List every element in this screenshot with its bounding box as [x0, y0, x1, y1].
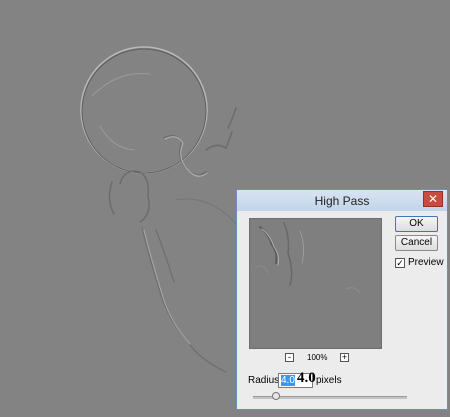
zoom-out-icon[interactable]: -	[285, 353, 294, 362]
high-pass-dialog: High Pass ✕ OK Cancel ✓ Preview - 100% +…	[236, 189, 448, 410]
arm-outline	[141, 227, 227, 373]
filter-preview-image[interactable]	[249, 218, 382, 349]
zoom-in-icon[interactable]: +	[340, 353, 349, 362]
preview-artwork	[255, 222, 361, 294]
dialog-title-bar[interactable]: High Pass ✕	[237, 190, 447, 211]
ok-button[interactable]: OK	[395, 216, 438, 232]
dialog-title: High Pass	[314, 194, 370, 208]
radius-label: Radius:	[248, 375, 282, 386]
hand-outline	[108, 170, 150, 223]
shoulder-outline	[175, 198, 237, 225]
radius-slider-thumb[interactable]	[272, 392, 280, 400]
moon-texture	[91, 72, 151, 151]
preview-stroke-d	[345, 287, 361, 294]
preview-edge-dark	[259, 226, 278, 264]
preview-stroke-c	[255, 265, 269, 274]
radius-units: pixels	[316, 375, 342, 386]
preview-label: Preview	[408, 257, 444, 268]
preview-checkbox[interactable]: ✓	[395, 258, 405, 268]
radius-value-large: 4.0	[297, 370, 316, 386]
preview-stroke-b	[299, 230, 305, 264]
cancel-button[interactable]: Cancel	[395, 235, 438, 251]
moon-outline-dark	[81, 48, 207, 174]
arm-highlight	[143, 229, 191, 345]
radius-value-selected: 4.0	[281, 375, 295, 386]
zoom-level: 100%	[307, 353, 328, 362]
preview-stroke-a	[283, 222, 293, 286]
close-icon[interactable]: ✕	[423, 191, 443, 207]
